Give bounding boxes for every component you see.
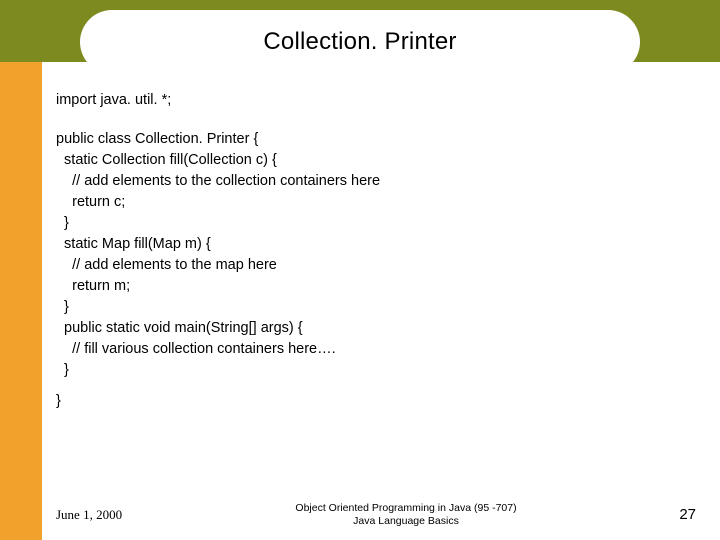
code-content: import java. util. *; public class Colle… (56, 90, 696, 412)
title-container: Collection. Printer (80, 10, 640, 74)
footer-date: June 1, 2000 (56, 507, 176, 523)
import-statement: import java. util. *; (56, 90, 696, 111)
footer-course-info: Object Oriented Programming in Java (95 … (176, 502, 636, 528)
left-accent-bar (0, 0, 42, 540)
footer-course-line2: Java Language Basics (176, 515, 636, 528)
class-closing-brace: } (56, 391, 696, 412)
footer-page-number: 27 (636, 506, 696, 523)
class-body: public class Collection. Printer { stati… (56, 129, 696, 381)
slide-footer: June 1, 2000 Object Oriented Programming… (56, 502, 696, 528)
footer-course-line1: Object Oriented Programming in Java (95 … (176, 502, 636, 515)
slide-title: Collection. Printer (263, 28, 456, 56)
